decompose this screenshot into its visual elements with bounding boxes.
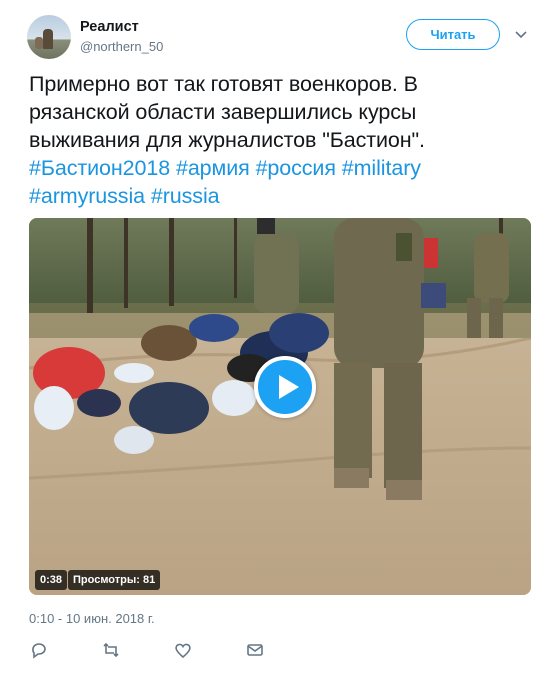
tweet-text-line: рязанской области завершились курсы — [29, 100, 417, 124]
retweet-icon[interactable] — [101, 640, 121, 660]
hashtag-link[interactable]: #armyrussia — [29, 184, 145, 208]
play-icon — [279, 375, 299, 399]
user-handle[interactable]: @northern_50 — [80, 39, 163, 54]
video-views-badge: Просмотры: 81 — [68, 570, 161, 590]
video-duration-badge: 0:38 — [35, 570, 68, 590]
hashtag-link[interactable]: #military — [342, 156, 421, 180]
hashtag-link[interactable]: #Бастион2018 — [29, 156, 170, 180]
tweet-header: Реалист @northern_50 Читать — [0, 0, 553, 64]
video-player[interactable]: 0:38 Просмотры: 81 — [29, 218, 531, 595]
tweet-actions — [29, 640, 329, 660]
hashtag-line: #armyrussia #russia — [29, 182, 529, 210]
like-icon[interactable] — [173, 640, 193, 660]
user-name[interactable]: Реалист — [80, 19, 139, 35]
tweet-text: Примерно вот так готовят военкоров. В ря… — [29, 70, 529, 210]
reply-icon[interactable] — [29, 640, 49, 660]
follow-button[interactable]: Читать — [406, 19, 500, 50]
avatar-figure — [43, 29, 53, 49]
hashtag-line: #Бастион2018 #армия #россия #military — [29, 154, 529, 182]
hashtag-link[interactable]: #russia — [151, 184, 220, 208]
hashtag-link[interactable]: #армия — [176, 156, 250, 180]
tweet-text-line: выживания для журналистов "Бастион". — [29, 128, 425, 152]
tweet-text-line: Примерно вот так готовят военкоров. В — [29, 72, 418, 96]
chevron-down-icon[interactable] — [513, 26, 529, 42]
hashtag-link[interactable]: #россия — [256, 156, 336, 180]
avatar-figure — [35, 37, 43, 49]
message-icon[interactable] — [245, 640, 265, 660]
play-button[interactable] — [254, 356, 316, 418]
avatar[interactable] — [27, 15, 71, 59]
tweet-timestamp[interactable]: 0:10 - 10 июн. 2018 г. — [29, 611, 155, 626]
